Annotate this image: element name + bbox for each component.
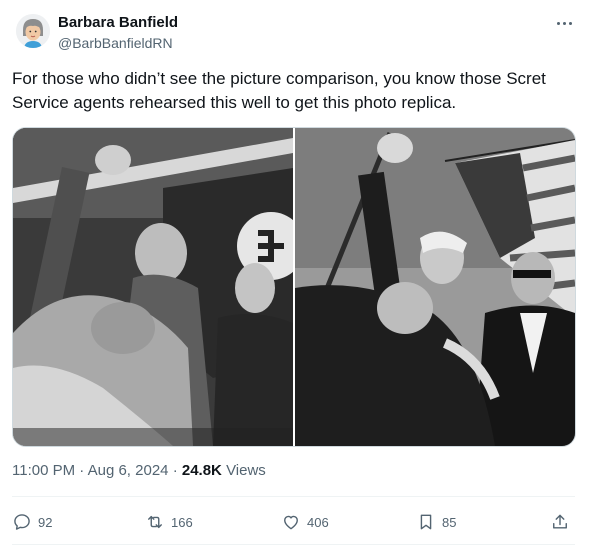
post-media[interactable] <box>12 127 576 447</box>
historical-photo-left[interactable] <box>13 128 293 446</box>
reply-count: 92 <box>38 514 53 530</box>
post-text: For those who didn’t see the picture com… <box>12 69 546 112</box>
post-header: Barbara Banfield @BarbBanfieldRN <box>12 10 575 54</box>
avatar-illustration-icon <box>16 14 50 48</box>
share-icon <box>553 514 567 529</box>
repost-button[interactable]: 166 <box>145 508 193 536</box>
author-display-name[interactable]: Barbara Banfield <box>58 14 178 32</box>
repost-icon <box>148 515 162 529</box>
divider-bottom <box>12 544 575 545</box>
views-label: Views <box>226 462 266 479</box>
like-count: 406 <box>307 514 329 530</box>
bookmark-button[interactable]: 85 <box>416 508 456 536</box>
action-bar: 92 166 406 85 <box>12 508 574 536</box>
reply-icon <box>14 514 30 530</box>
author-handle[interactable]: @BarbBanfieldRN <box>58 33 178 53</box>
photo-right[interactable] <box>295 128 575 446</box>
like-button[interactable]: 406 <box>281 508 329 536</box>
more-options-icon[interactable] <box>553 16 575 30</box>
repost-count: 166 <box>171 514 193 530</box>
post-time[interactable]: 11:00 PM <box>12 462 75 479</box>
share-button[interactable] <box>550 508 570 536</box>
bookmark-count: 85 <box>442 514 457 530</box>
heart-icon <box>284 515 298 530</box>
divider <box>12 496 575 497</box>
bookmark-icon <box>420 514 432 530</box>
meta-separator: · <box>79 462 85 479</box>
avatar[interactable] <box>16 14 50 48</box>
reply-button[interactable]: 92 <box>12 508 52 536</box>
views-count: 24.8K <box>181 462 222 479</box>
meta-separator-2: · <box>172 462 178 479</box>
post-meta: 11:00 PM · Aug 6, 2024 · 24.8K Views <box>12 461 266 481</box>
post-date[interactable]: Aug 6, 2024 <box>88 462 169 479</box>
